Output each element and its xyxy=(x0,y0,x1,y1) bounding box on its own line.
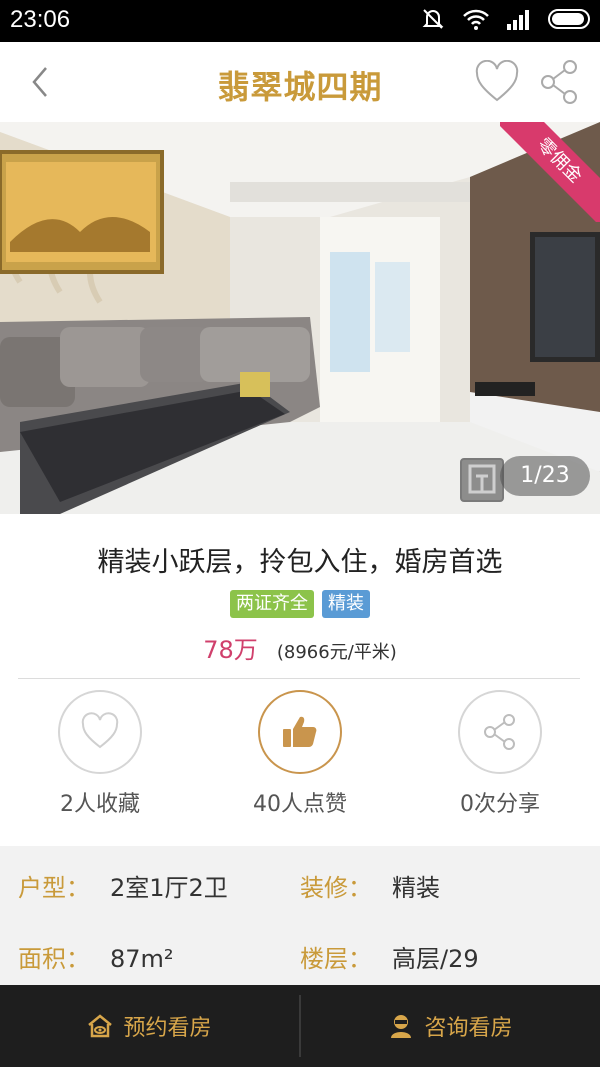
consult-viewing-button[interactable]: 咨询看房 xyxy=(301,985,600,1067)
attr-decoration-key: 装修： xyxy=(300,874,372,902)
divider xyxy=(18,678,580,679)
status-bar: 23:06 xyxy=(0,0,600,42)
signal-icon xyxy=(506,8,532,34)
photo-counter: 1/23 xyxy=(460,456,590,504)
house-eye-icon xyxy=(88,1014,113,1038)
unit-price: (8966元/平米) xyxy=(276,642,397,663)
attr-floor-key: 楼层： xyxy=(300,945,372,973)
attr-area-key: 面积： xyxy=(18,945,90,973)
book-viewing-label: 预约看房 xyxy=(123,1016,212,1041)
shares-count: 0次分享 xyxy=(460,792,540,817)
favorites-count: 2人收藏 xyxy=(60,792,140,817)
heart-outline-icon xyxy=(475,59,519,102)
property-attributes: 户型： 2室1厅2卫 装修： 精装 面积： 87m² 楼层： 高层/29 xyxy=(0,846,600,986)
favorite-circle-button[interactable] xyxy=(58,690,142,774)
favorite-button[interactable] xyxy=(474,59,520,104)
bottom-action-bar: 预约看房 咨询看房 xyxy=(0,985,600,1067)
attr-decoration-value: 精装 xyxy=(392,874,440,902)
attr-area: 面积： 87m² xyxy=(18,939,174,974)
attr-layout: 户型： 2室1厅2卫 xyxy=(18,868,228,903)
stat-shares[interactable]: 0次分享 xyxy=(400,690,600,830)
share-circle-button[interactable] xyxy=(458,690,542,774)
attr-floor: 楼层： 高层/29 xyxy=(300,939,479,974)
agent-icon xyxy=(391,1015,412,1038)
share-icon xyxy=(541,60,577,104)
attr-area-value: 87m² xyxy=(110,945,174,973)
price-row: 78万 (8966元/平米) xyxy=(0,630,600,665)
status-icons xyxy=(420,8,592,34)
total-price: 78万 xyxy=(203,636,258,664)
wifi-icon xyxy=(462,7,490,35)
likes-count: 40人点赞 xyxy=(253,792,347,817)
attr-layout-key: 户型： xyxy=(18,874,90,902)
thumbs-up-icon xyxy=(283,716,317,747)
brand-logo-icon xyxy=(460,458,504,502)
app-header: 翡翠城四期 xyxy=(0,42,600,122)
attr-floor-value: 高层/29 xyxy=(392,945,479,973)
tag-decoration: 精装 xyxy=(322,590,370,618)
stat-favorites[interactable]: 2人收藏 xyxy=(0,690,200,830)
attr-layout-value: 2室1厅2卫 xyxy=(110,874,228,902)
stat-likes[interactable]: 40人点赞 xyxy=(200,690,400,830)
photo-counter-label: 1/23 xyxy=(500,456,590,496)
battery-icon xyxy=(548,8,592,34)
zero-commission-ribbon: 零佣金 xyxy=(500,122,600,222)
attr-decoration: 装修： 精装 xyxy=(300,868,440,903)
share-button[interactable] xyxy=(538,58,582,106)
book-viewing-button[interactable]: 预约看房 xyxy=(0,985,299,1067)
share-icon xyxy=(484,714,515,750)
ribbon-label: 零佣金 xyxy=(500,122,600,222)
listing-tags: 两证齐全 精装 xyxy=(0,590,600,618)
heart-outline-icon xyxy=(81,712,119,749)
like-circle-button[interactable] xyxy=(258,690,342,774)
mute-icon xyxy=(420,6,446,36)
tag-certificates: 两证齐全 xyxy=(230,590,314,618)
status-time: 23:06 xyxy=(10,6,71,33)
listing-title: 精装小跃层，拎包入住，婚房首选 xyxy=(97,547,503,578)
consult-viewing-label: 咨询看房 xyxy=(424,1016,513,1041)
